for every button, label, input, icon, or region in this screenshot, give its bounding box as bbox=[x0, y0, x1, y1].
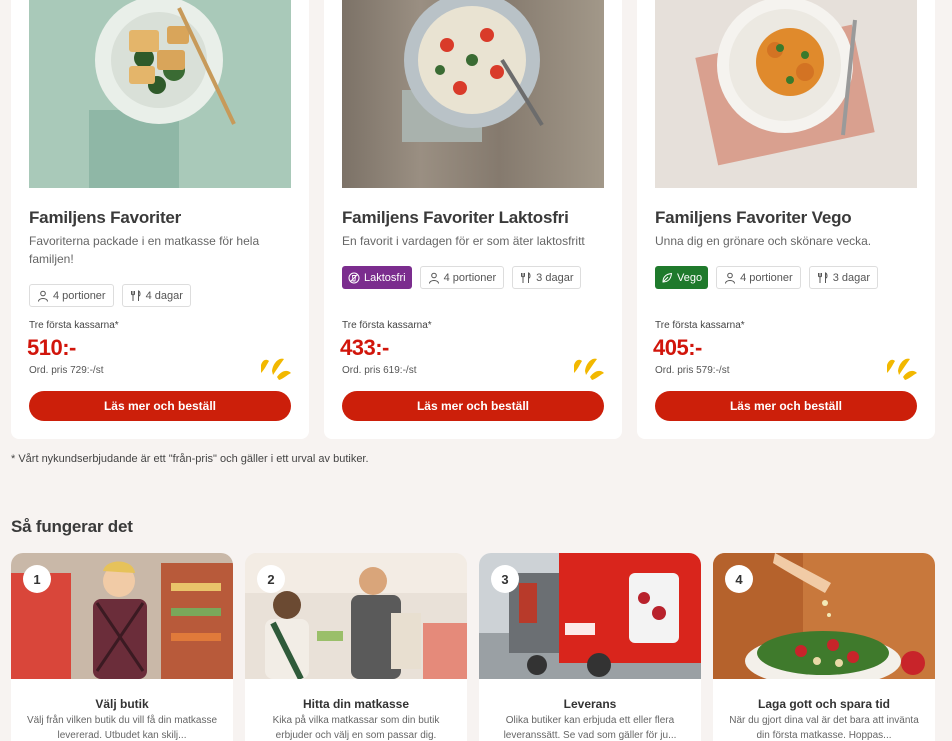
price: 405:- bbox=[653, 335, 702, 360]
step-card-delivery[interactable]: 3 Leverans Olika butiker kan erbjuda ett… bbox=[479, 553, 701, 741]
bag-description: Favoriterna packade i en matkasse för he… bbox=[29, 234, 260, 266]
laktosfri-tag: Laktosfri bbox=[342, 266, 412, 289]
person-icon bbox=[428, 272, 439, 284]
step-number: 1 bbox=[23, 565, 51, 593]
price: 510:- bbox=[27, 335, 76, 360]
step-card-choose-store[interactable]: 1 Välj butik Välj från vilken butik du v… bbox=[11, 553, 233, 741]
price-label: Tre första kassarna* bbox=[29, 320, 119, 331]
offer-footnote: * Vårt nykundserbjudande är ett "från-pr… bbox=[11, 453, 369, 465]
diet-tag-label: Laktosfri bbox=[364, 271, 406, 284]
ordinary-price: Ord. pris 729:-/st bbox=[29, 365, 104, 376]
price-label: Tre första kassarna* bbox=[655, 320, 745, 331]
days-tag: 4 dagar bbox=[121, 284, 191, 307]
portions-label: 4 portioner bbox=[53, 289, 106, 302]
days-label: 4 dagar bbox=[145, 289, 183, 302]
bag-tags: Laktosfri 4 portioner 3 dagar bbox=[342, 266, 582, 289]
bag-card-familjens-favoriter-vego[interactable]: Familjens Favoriter Vego Unna dig en grö… bbox=[637, 0, 935, 439]
person-icon bbox=[725, 272, 736, 284]
price: 433:- bbox=[340, 335, 389, 360]
step-description: Kika på vilka matkassar som din butik er… bbox=[272, 715, 440, 741]
step-number: 4 bbox=[725, 565, 753, 593]
person-icon bbox=[38, 290, 48, 302]
ica-brand-mark-icon bbox=[574, 358, 604, 380]
bag-card-familjens-favoriter[interactable]: Familjens Favoriter Favoriterna packade … bbox=[11, 0, 309, 439]
ordinary-price: Ord. pris 619:-/st bbox=[342, 365, 417, 376]
how-it-works-steps: 1 Välj butik Välj från vilken butik du v… bbox=[11, 553, 935, 741]
step-title: Leverans bbox=[563, 697, 617, 711]
step-description: Olika butiker kan erbjuda ett eller fler… bbox=[503, 715, 677, 741]
ordinary-price: Ord. pris 579:-/st bbox=[655, 365, 730, 376]
bag-cards: Familjens Favoriter Favoriterna packade … bbox=[11, 0, 935, 439]
portions-label: 4 portioner bbox=[443, 271, 497, 284]
days-tag: 3 dagar bbox=[808, 266, 878, 289]
portions-tag: 4 portioner bbox=[419, 266, 505, 289]
bag-title: Familjens Favoriter Laktosfri bbox=[342, 208, 569, 227]
bag-tags: 4 portioner 4 dagar bbox=[29, 284, 191, 307]
step-title: Välj butik bbox=[95, 697, 149, 711]
step-card-cook-and-save-time[interactable]: 4 Laga gott och spara tid När du gjort d… bbox=[713, 553, 935, 741]
price-label: Tre första kassarna* bbox=[342, 320, 432, 331]
bag-tags: Vego 4 portioner 3 dagar bbox=[655, 266, 878, 289]
how-it-works-heading: Så fungerar det bbox=[11, 517, 133, 536]
bag-description: En favorit i vardagen för er som äter la… bbox=[342, 234, 585, 248]
step-description: Välj från vilken butik du vill få din ma… bbox=[26, 715, 218, 741]
days-label: 3 dagar bbox=[536, 271, 574, 284]
bag-image-fish-dish[interactable] bbox=[29, 0, 291, 188]
bag-image-pasta-dish[interactable] bbox=[342, 0, 604, 188]
bag-title: Familjens Favoriter Vego bbox=[655, 208, 852, 227]
portions-label: 4 portioner bbox=[740, 271, 793, 284]
vego-tag: Vego bbox=[655, 266, 709, 289]
ica-brand-mark-icon bbox=[261, 358, 291, 380]
lactose-free-icon bbox=[348, 272, 360, 283]
portions-tag: 4 portioner bbox=[29, 284, 114, 307]
bag-description: Unna dig en grönare och skönare vecka. bbox=[655, 234, 872, 248]
bag-image-curry-dish[interactable] bbox=[655, 0, 917, 188]
cutlery-icon bbox=[130, 289, 141, 301]
read-more-order-button[interactable]: Läs mer och beställ bbox=[655, 391, 917, 421]
days-tag: 3 dagar bbox=[512, 266, 582, 289]
ica-brand-mark-icon bbox=[887, 358, 917, 380]
step-description: När du gjort dina val är det bara att in… bbox=[729, 715, 919, 741]
step-number: 3 bbox=[491, 565, 519, 593]
step-card-find-bag[interactable]: 2 Hitta din matkasse Kika på vilka matka… bbox=[245, 553, 467, 741]
cutlery-icon bbox=[817, 271, 828, 283]
portions-tag: 4 portioner bbox=[716, 266, 801, 289]
bag-title: Familjens Favoriter bbox=[29, 208, 182, 227]
days-label: 3 dagar bbox=[832, 271, 870, 284]
step-title: Hitta din matkasse bbox=[302, 697, 410, 711]
step-number: 2 bbox=[257, 565, 285, 593]
leaf-icon bbox=[662, 272, 673, 283]
read-more-order-button[interactable]: Läs mer och beställ bbox=[342, 391, 604, 421]
diet-tag-label: Vego bbox=[677, 271, 703, 284]
cutlery-icon bbox=[521, 271, 531, 283]
read-more-order-button[interactable]: Läs mer och beställ bbox=[29, 391, 291, 421]
bag-card-familjens-favoriter-laktosfri[interactable]: Familjens Favoriter Laktosfri En favorit… bbox=[324, 0, 622, 439]
step-title: Laga gott och spara tid bbox=[757, 697, 890, 711]
